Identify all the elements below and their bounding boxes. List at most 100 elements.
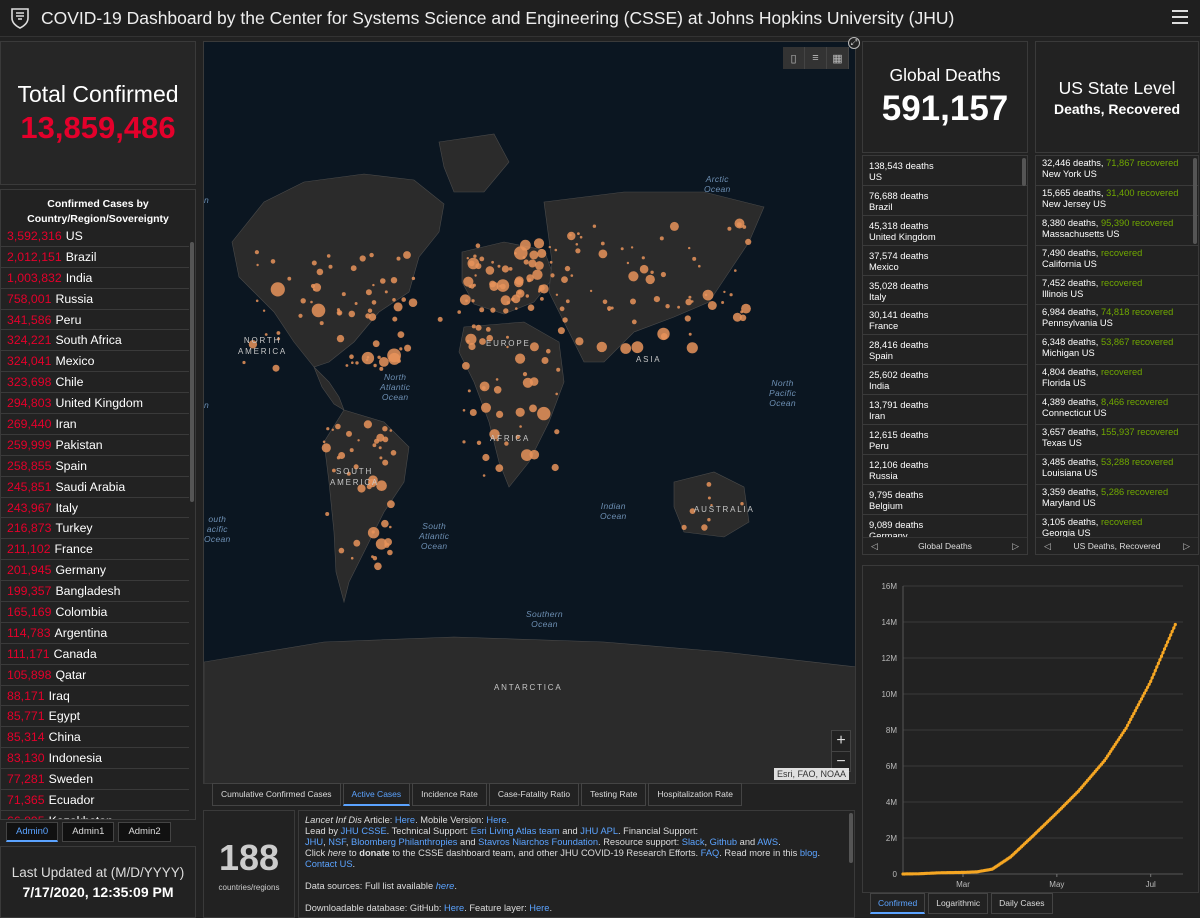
case-bubble[interactable]	[474, 274, 477, 277]
case-bubble[interactable]	[401, 297, 406, 302]
case-bubble[interactable]	[702, 289, 714, 301]
tab-admin2[interactable]: Admin2	[118, 822, 171, 842]
case-bubble[interactable]	[345, 364, 349, 367]
list-icon[interactable]: ≡	[805, 47, 827, 69]
us-state-row[interactable]: 6,348 deaths, 53,867 recovered Michigan U…	[1036, 335, 1198, 366]
case-bubble[interactable]	[326, 254, 331, 258]
global-deaths-row[interactable]: 45,318 deaths United Kingdom	[863, 216, 1027, 246]
us-state-scrollbar[interactable]	[1193, 158, 1197, 244]
country-row[interactable]: 341,586 Peru	[1, 310, 189, 331]
case-bubble[interactable]	[525, 294, 529, 298]
case-bubble[interactable]	[357, 439, 360, 442]
us-state-row[interactable]: 3,485 deaths, 53,288 recovered Louisiana …	[1036, 455, 1198, 485]
global-deaths-row[interactable]: 9,795 deaths Belgium	[863, 485, 1027, 515]
case-bubble[interactable]	[522, 372, 528, 377]
donate-here-link[interactable]: here	[328, 848, 347, 858]
country-row[interactable]: 71,365 Ecuador	[1, 790, 189, 811]
nsf-link[interactable]: NSF	[328, 837, 346, 847]
case-bubble[interactable]	[570, 274, 574, 277]
prev-arrow-icon[interactable]: ◁	[1044, 541, 1051, 552]
case-bubble[interactable]	[479, 338, 486, 345]
us-state-row[interactable]: 3,657 deaths, 155,937 recovered Texas US	[1036, 425, 1198, 455]
case-bubble[interactable]	[404, 344, 412, 352]
case-bubble[interactable]	[567, 231, 576, 241]
tab-testing-rate[interactable]: Testing Rate	[581, 783, 647, 806]
global-deaths-row[interactable]: 25,602 deaths India	[863, 365, 1027, 396]
case-bubble[interactable]	[526, 274, 534, 282]
case-bubble[interactable]	[390, 277, 398, 284]
case-bubble[interactable]	[369, 252, 374, 258]
case-bubble[interactable]	[270, 282, 285, 297]
case-bubble[interactable]	[533, 238, 545, 249]
case-bubble[interactable]	[555, 293, 559, 296]
case-bubble[interactable]	[688, 332, 692, 336]
case-bubble[interactable]	[367, 308, 373, 313]
case-bubble[interactable]	[561, 276, 568, 283]
case-bubble[interactable]	[377, 355, 381, 359]
case-bubble[interactable]	[380, 278, 386, 284]
case-bubble[interactable]	[517, 290, 522, 295]
case-bubble[interactable]	[338, 547, 345, 554]
faq-link[interactable]: FAQ	[701, 848, 720, 858]
qr-icon[interactable]: ▦	[827, 47, 849, 69]
case-bubble[interactable]	[482, 453, 490, 462]
case-bubble[interactable]	[262, 309, 266, 312]
case-bubble[interactable]	[311, 260, 317, 266]
case-bubble[interactable]	[479, 307, 485, 313]
bookmark-icon[interactable]: ▯	[783, 47, 805, 69]
case-bubble[interactable]	[491, 260, 494, 264]
case-bubble[interactable]	[698, 264, 701, 268]
case-bubble[interactable]	[387, 348, 401, 363]
global-deaths-row[interactable]: 37,574 deaths Mexico	[863, 246, 1027, 276]
case-bubble[interactable]	[549, 260, 553, 264]
case-bubble[interactable]	[381, 519, 389, 528]
github-link[interactable]: Github	[710, 837, 737, 847]
us-state-row[interactable]: 6,984 deaths, 74,818 recovered Pennsylvan…	[1036, 305, 1198, 336]
case-bubble[interactable]	[579, 235, 583, 239]
case-bubble[interactable]	[519, 425, 522, 428]
case-bubble[interactable]	[399, 347, 403, 351]
case-bubble[interactable]	[669, 221, 679, 231]
slack-link[interactable]: Slack	[682, 837, 705, 847]
case-bubble[interactable]	[529, 404, 537, 413]
case-bubble[interactable]	[472, 283, 476, 287]
case-bubble[interactable]	[393, 302, 403, 312]
blog-link[interactable]: blog	[800, 848, 818, 858]
case-bubble[interactable]	[379, 456, 383, 460]
case-bubble[interactable]	[361, 351, 375, 365]
case-bubble[interactable]	[550, 273, 555, 278]
case-bubble[interactable]	[631, 341, 644, 354]
case-bubble[interactable]	[620, 247, 624, 251]
case-bubble[interactable]	[701, 524, 708, 531]
case-bubble[interactable]	[511, 297, 515, 302]
us-state-row[interactable]: 8,380 deaths, 95,390 recovered Massachuse…	[1036, 216, 1198, 246]
case-bubble[interactable]	[349, 354, 354, 360]
case-bubble[interactable]	[706, 482, 712, 487]
country-row[interactable]: 111,171 Canada	[1, 644, 189, 665]
case-bubble[interactable]	[254, 250, 259, 255]
case-bubble[interactable]	[562, 317, 568, 323]
country-row[interactable]: 83,130 Indonesia	[1, 748, 189, 770]
case-bubble[interactable]	[522, 247, 525, 251]
case-bubble[interactable]	[589, 289, 593, 293]
case-bubble[interactable]	[384, 290, 388, 294]
global-deaths-row[interactable]: 76,688 deaths Brazil	[863, 186, 1027, 216]
case-bubble[interactable]	[371, 300, 377, 305]
case-bubble[interactable]	[559, 306, 565, 312]
case-bubble[interactable]	[375, 538, 387, 550]
case-bubble[interactable]	[368, 313, 377, 321]
case-bubble[interactable]	[653, 296, 660, 303]
case-bubble[interactable]	[541, 357, 549, 364]
case-bubble[interactable]	[354, 302, 358, 305]
case-bubble[interactable]	[677, 305, 680, 309]
us-state-row[interactable]: 3,359 deaths, 5,286 recovered Maryland US	[1036, 485, 1198, 515]
us-state-row[interactable]: 7,490 deaths, recovered California US	[1036, 246, 1198, 276]
case-bubble[interactable]	[310, 300, 313, 304]
case-bubble[interactable]	[630, 298, 636, 305]
case-bubble[interactable]	[389, 429, 393, 432]
case-bubble[interactable]	[408, 298, 418, 308]
country-row[interactable]: 324,041 Mexico	[1, 351, 189, 373]
case-bubble[interactable]	[346, 430, 352, 437]
case-bubble[interactable]	[707, 496, 711, 500]
case-bubble[interactable]	[551, 463, 559, 472]
